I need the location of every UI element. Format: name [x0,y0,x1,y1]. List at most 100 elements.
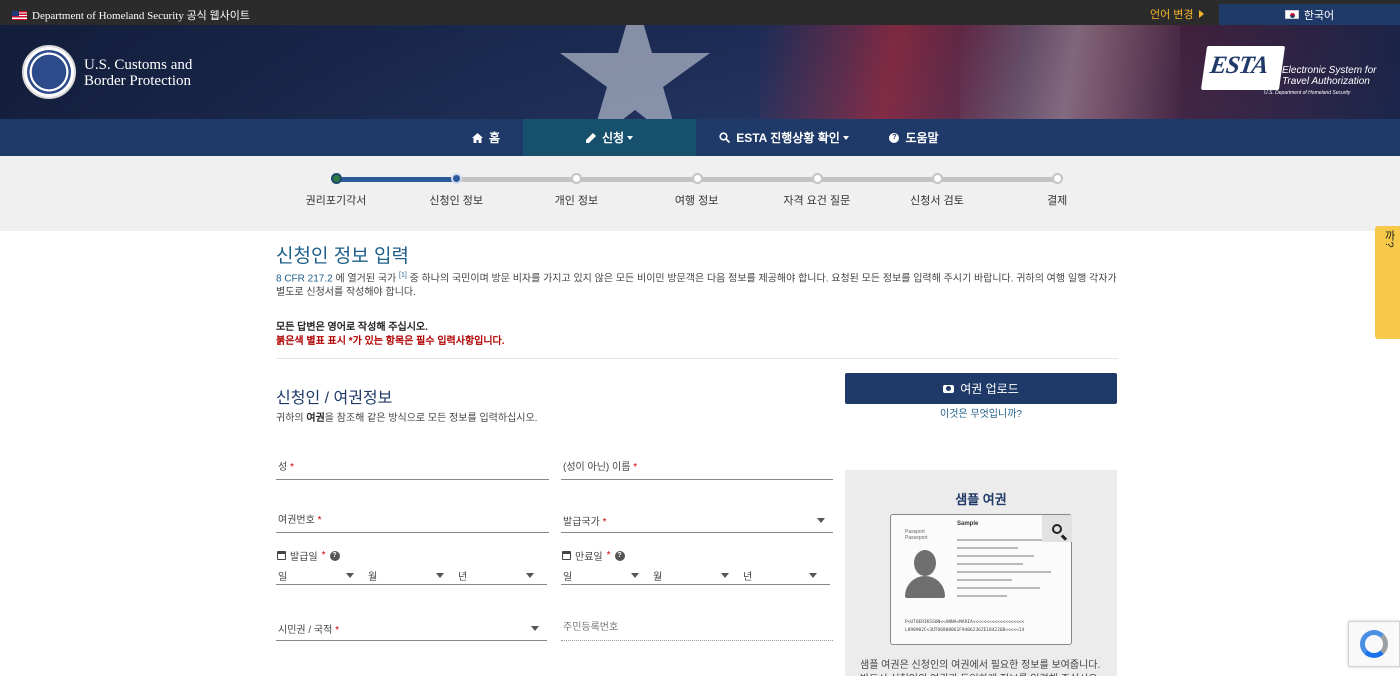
upload-passport-button[interactable]: 여권 업로드 [845,373,1117,404]
progress-step-dot [932,173,943,184]
progress-step-dot [571,173,583,184]
issuing-country-select[interactable]: 발급국가 * [561,511,833,533]
agency-name-line1: U.S. Customs and [84,57,193,73]
esta-logo-subtitle: Electronic System for Travel Authorizati… [1282,65,1377,87]
progress-fill [336,177,457,182]
expiry-year-select[interactable]: 년 [743,568,752,583]
passport-sample-label: Sample [957,521,979,527]
issue-month-select[interactable]: 월 [368,568,377,583]
progress-step-dot [331,173,342,184]
expiry-month-select[interactable]: 월 [653,568,662,583]
header-banner [0,25,1400,119]
nav-help[interactable]: ? 도움말 [876,119,952,156]
recaptcha-badge[interactable] [1348,621,1400,667]
chevron-down-icon [721,573,729,578]
sample-passport-panel: 샘플 여권 Passport Passeport Sample P<UTOERI… [845,470,1117,676]
esta-subtitle-line1: Electronic System for [1282,65,1377,76]
progress-step-label: 권리포기각서 [305,195,367,207]
page-title: 신청인 정보 입력 [276,246,409,267]
nav-apply[interactable]: 신청 [523,119,696,156]
dhs-seal-logo[interactable] [22,45,76,99]
calendar-icon [562,551,571,560]
agency-name[interactable]: U.S. Customs and Border Protection [84,57,192,89]
sample-passport-title: 샘플 여권 [955,492,1007,507]
caret-down-icon [627,135,634,140]
expiry-date-label: 만료일 * ? [562,548,625,563]
sample-passport-image[interactable]: Passport Passeport Sample P<UTOERIKSSON<… [890,514,1072,645]
issuing-country-label: 발급국가 * [563,517,607,528]
main-nav: 홈 신청 ESTA 진행상황 확인 ? 도움말 [0,119,1400,156]
progress-step-label: 신청인 정보 [429,195,484,207]
surname-input[interactable]: 성 * [276,458,549,480]
passport-number-input[interactable]: 여권번호 * [276,511,549,533]
passport-heading: Passport Passeport [905,529,928,541]
nav-apply-label: 신청 [601,131,625,145]
progress-step-dot [811,173,823,184]
section-subtitle: 귀하의 여권을 참조해 같은 방식으로 모든 정보를 입력하십시오. [276,409,537,424]
nav-home-label: 홈 [488,131,501,145]
progress-step-label: 신청서 검토 [910,195,964,207]
magnify-icon [1052,523,1062,534]
calendar-icon [277,551,286,560]
progress-tracker: 권리포기각서 신청인 정보 개인 정보 여행 정보 자격 요건 질문 신청서 검토 결제 [0,156,1400,231]
progress-step-label: 결제 [1047,195,1068,207]
issue-day-select[interactable]: 일 [278,568,287,583]
passport-photo-icon [903,550,947,598]
progress-step-label: 여행 정보 [674,195,719,207]
expiry-day-select[interactable]: 일 [563,568,572,583]
home-icon [471,132,483,143]
passport-number-label: 여권번호 * [278,515,322,526]
given-name-input[interactable]: (성이 아닌) 이름 * [561,458,833,480]
dhs-seal-icon [27,50,71,94]
current-language-label: 한국어 [1303,9,1335,22]
esta-logo-mark: ESTA [1200,46,1286,90]
esta-logo[interactable]: ESTA Electronic System for Travel Author… [1200,46,1377,98]
esta-dhs-text: U.S. Department of Homeland Security [1264,90,1351,96]
nav-home[interactable]: 홈 [450,119,522,156]
chevron-down-icon [817,518,825,523]
help-icon[interactable]: ? [614,550,625,561]
issue-year-select[interactable]: 년 [458,568,467,583]
gov-banner-label: Department of Homeland Security 공식 웹사이트 [12,7,250,23]
progress-step-dot [1052,173,1064,184]
banner-white-stripe [960,25,1180,119]
intro-mid: 에 열거된 국가 [332,273,400,285]
recaptcha-icon [1360,630,1388,658]
pencil-icon [585,132,596,143]
help-icon[interactable]: ? [329,550,340,561]
section-title: 신청인 / 여권정보 [276,390,393,407]
esta-logo-text: ESTA [1208,52,1270,79]
required-note: 붉은색 별표 표시 *가 있는 항목은 필수 입력사항입니다. [276,336,505,347]
nav-check-status[interactable]: ESTA 진행상황 확인 [710,119,858,156]
help-tab[interactable]: 도움이 필요하십니까? [1375,226,1400,339]
chevron-down-icon [526,573,534,578]
esta-subtitle-line2: Travel Authorization [1282,76,1370,87]
divider [276,358,1118,359]
current-language-button[interactable]: 한국어 [1219,4,1400,25]
sample-passport-description: 샘플 여권은 신청인의 여권에서 필요한 정보를 보여줍니다. 반드시 신청인의… [860,660,1101,676]
question-circle-icon: ? [889,132,900,143]
issue-date-label: 발급일 * ? [277,548,340,563]
passport-mrz: P<UTOERIKSSON<<ANNA<MARIA<<<<<<<<<<<<<<<… [905,620,1025,633]
what-is-this-link[interactable]: 이것은 무엇입니까? [845,405,1117,420]
national-id-input[interactable]: 주민등록번호 [561,619,833,641]
citizenship-label: 시민권 / 국적 * [278,625,340,636]
english-note: 모든 답변은 영어로 작성해 주십시오. [276,322,428,333]
agency-name-line2: Border Protection [84,73,192,89]
cfr-link[interactable]: 8 CFR 217.2 [276,273,333,284]
caret-right-icon [1198,10,1204,18]
change-language-label: 언어 변경 [1150,9,1194,21]
chevron-down-icon [631,573,639,578]
issue-date-selects: 일 월 년 [276,565,547,585]
chevron-down-icon [436,573,444,578]
chevron-down-icon [346,573,354,578]
zoom-button[interactable] [1042,515,1072,542]
citizenship-select[interactable]: 시민권 / 국적 * [276,619,547,641]
help-tab-label: 도움이 필요하십니까? [1383,230,1400,326]
change-language-link[interactable]: 언어 변경 [1150,6,1204,22]
footnote-link[interactable]: [1] [399,272,407,279]
search-icon [719,132,731,143]
expiry-date-selects: 일 월 년 [561,565,830,585]
camera-icon [943,384,955,393]
national-id-placeholder: 주민등록번호 [563,622,619,633]
